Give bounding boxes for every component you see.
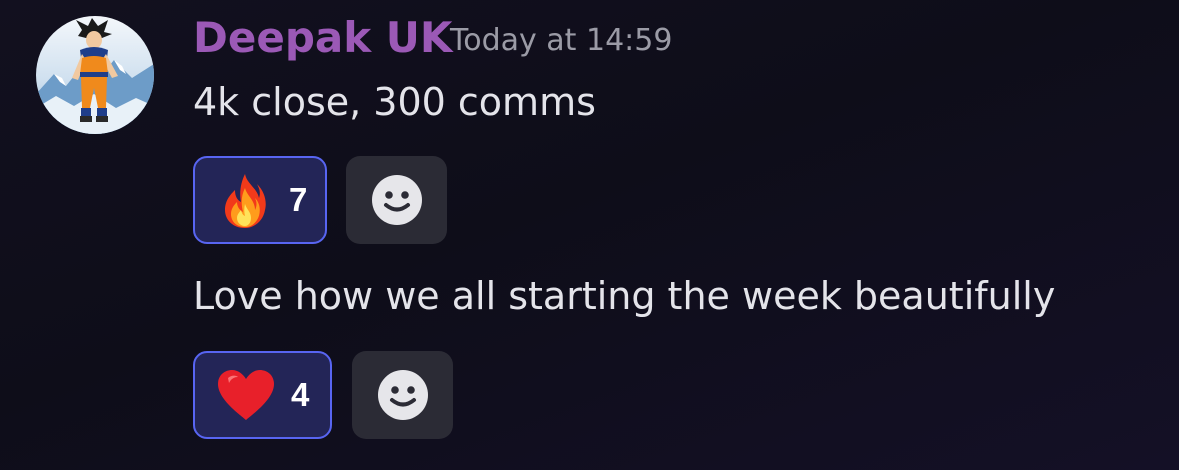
user-avatar[interactable] bbox=[36, 16, 154, 134]
goku-avatar-icon bbox=[36, 16, 154, 134]
fire-emoji-icon bbox=[217, 170, 273, 230]
red-heart-emoji-icon bbox=[215, 367, 277, 423]
smiley-add-reaction-icon bbox=[371, 175, 422, 225]
add-reaction-button[interactable] bbox=[352, 351, 453, 439]
reaction-count: 7 bbox=[289, 181, 308, 218]
message-text: Love how we all starting the week beauti… bbox=[193, 274, 1056, 318]
message-timestamp: Today at 14:59 bbox=[450, 23, 673, 58]
message-text: 4k close, 300 comms bbox=[193, 80, 596, 124]
smiley-add-reaction-icon bbox=[377, 370, 428, 420]
author-name[interactable]: Deepak UK bbox=[193, 10, 452, 66]
reaction-heart[interactable]: 4 bbox=[193, 351, 332, 439]
add-reaction-button[interactable] bbox=[346, 156, 447, 244]
reaction-count: 4 bbox=[291, 376, 310, 413]
reaction-fire[interactable]: 7 bbox=[193, 156, 327, 244]
